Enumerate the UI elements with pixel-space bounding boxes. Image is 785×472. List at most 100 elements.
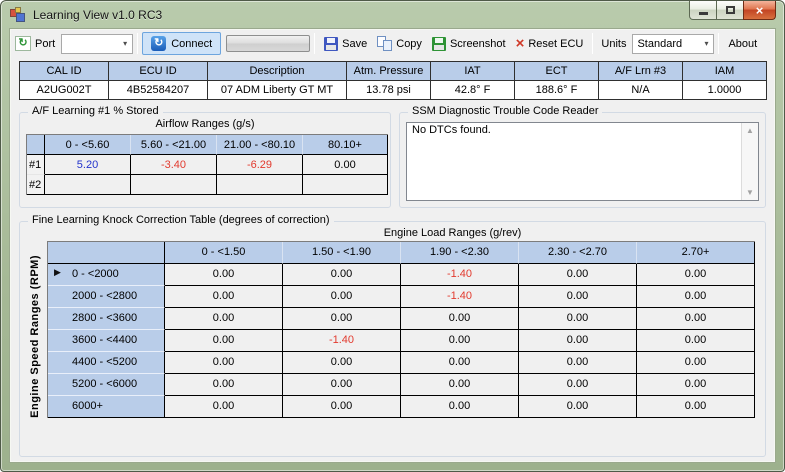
reset-ecu-button[interactable]: × Reset ECU [511,35,589,53]
knock-cell[interactable]: 0.00 [283,395,401,418]
knock-col-header[interactable]: 2.30 - <2.70 [519,242,637,264]
knock-col-header[interactable]: 1.50 - <1.90 [283,242,401,264]
knock-cell[interactable]: 0.00 [165,395,283,418]
knock-row-header[interactable]: ▶ 0 - <2000 [48,263,165,286]
af-col-header[interactable]: 80.10+ [303,135,388,155]
knock-cell[interactable]: -1.40 [401,263,519,286]
knock-row: ▶ 0 - <2000 0.00 0.00 -1.40 0.00 0.00 [48,263,755,286]
knock-row-header[interactable]: 4400 - <5200 [48,351,165,374]
knock-cell[interactable]: 0.00 [165,329,283,352]
copy-button[interactable]: Copy [372,34,427,53]
info-value-af-lrn: N/A [598,80,683,100]
info-value-description: 07 ADM Liberty GT MT [207,80,347,100]
knock-cell[interactable]: 0.00 [401,329,519,352]
dtc-group: SSM Diagnostic Trouble Code Reader No DT… [399,105,766,208]
dtc-output-box[interactable]: No DTCs found. ▲ ▼ [406,122,759,201]
copy-label: Copy [396,37,422,50]
af-cell[interactable] [131,175,217,195]
knock-row-header[interactable]: 6000+ [48,395,165,418]
af-col-header[interactable]: 5.60 - <21.00 [131,135,217,155]
connect-button[interactable]: ↻ Connect [142,32,222,55]
knock-cell[interactable]: 0.00 [165,285,283,308]
knock-cell[interactable]: 0.00 [401,351,519,374]
af-row-header[interactable]: #1 [27,155,45,175]
minimize-button[interactable] [689,1,717,20]
knock-cell[interactable]: 0.00 [165,351,283,374]
maximize-button[interactable] [716,1,744,20]
knock-cell[interactable]: 0.00 [637,329,755,352]
af-cell[interactable]: -6.29 [217,155,303,175]
af-col-header[interactable]: 21.00 - <80.10 [217,135,303,155]
knock-cell[interactable]: 0.00 [519,285,637,308]
knock-cell[interactable]: 0.00 [637,395,755,418]
port-label: Port [35,37,56,50]
dtc-scrollbar[interactable]: ▲ ▼ [741,123,758,200]
info-header-ect: ECT [514,61,599,81]
info-header-atm-pressure: Atm. Pressure [346,61,431,81]
knock-cell[interactable]: 0.00 [519,307,637,330]
middle-section: A/F Learning #1 % Stored Airflow Ranges … [19,105,766,208]
knock-row-header[interactable]: 2800 - <3600 [48,307,165,330]
af-cell[interactable] [217,175,303,195]
units-select[interactable]: Standard ▾ [632,33,715,54]
af-cell[interactable]: 5.20 [45,155,131,175]
knock-cell[interactable]: 0.00 [637,373,755,396]
knock-cell[interactable]: 0.00 [637,307,755,330]
port-refresh-icon[interactable]: ↻ [15,36,31,51]
save-label: Save [342,37,368,50]
info-value-cal-id: A2UG002T [19,80,109,100]
knock-cell[interactable]: -1.40 [401,285,519,308]
knock-col-header[interactable]: 1.90 - <2.30 [401,242,519,264]
knock-cell[interactable]: 0.00 [401,373,519,396]
row-selector-icon: ▶ [54,266,61,277]
knock-cell[interactable]: 0.00 [165,263,283,286]
about-button[interactable]: About [723,36,762,52]
knock-cell[interactable]: 0.00 [283,351,401,374]
af-cell[interactable] [303,175,388,195]
knock-row: 6000+ 0.00 0.00 0.00 0.00 0.00 [48,395,755,418]
af-cell[interactable]: -3.40 [131,155,217,175]
screenshot-button[interactable]: Screenshot [427,35,511,53]
af-cell[interactable]: 0.00 [303,155,388,175]
knock-cell[interactable]: 0.00 [637,351,755,374]
knock-cell[interactable]: 0.00 [401,395,519,418]
knock-cell[interactable]: 0.00 [165,373,283,396]
knock-row-header[interactable]: 2000 - <2800 [48,285,165,308]
knock-cell[interactable]: -1.40 [283,329,401,352]
knock-cell[interactable]: 0.00 [519,373,637,396]
knock-cell[interactable]: 0.00 [519,395,637,418]
knock-cell[interactable]: 0.00 [283,263,401,286]
knock-cell[interactable]: 0.00 [165,307,283,330]
scroll-down-icon[interactable]: ▼ [746,188,754,197]
units-label: Units [601,37,627,50]
knock-cell[interactable]: 0.00 [283,373,401,396]
knock-cell[interactable]: 0.00 [519,351,637,374]
knock-row-header[interactable]: 3600 - <4400 [48,329,165,352]
knock-cell[interactable]: 0.00 [283,307,401,330]
knock-cell[interactable]: 0.00 [519,263,637,286]
af-row-header[interactable]: #2 [27,175,45,195]
info-value-iat: 42.8° F [430,80,515,100]
knock-row: 2800 - <3600 0.00 0.00 0.00 0.00 0.00 [48,307,755,330]
knock-row: 5200 - <6000 0.00 0.00 0.00 0.00 0.00 [48,373,755,396]
close-button[interactable]: × [743,1,776,20]
titlebar[interactable]: Learning View v1.0 RC3 [1,1,784,28]
af-cell[interactable] [45,175,131,195]
chevron-down-icon: ▾ [123,39,128,48]
knock-cell[interactable]: 0.00 [637,285,755,308]
knock-col-header[interactable]: 0 - <1.50 [165,242,283,264]
scroll-up-icon[interactable]: ▲ [746,126,754,135]
knock-cell[interactable]: 0.00 [401,307,519,330]
port-select[interactable]: ▾ [61,33,134,54]
knock-row-header[interactable]: 5200 - <6000 [48,373,165,396]
knock-row: 3600 - <4400 0.00 -1.40 0.00 0.00 0.00 [48,329,755,352]
knock-col-header[interactable]: 2.70+ [637,242,755,264]
knock-cell[interactable]: 0.00 [283,285,401,308]
af-col-header[interactable]: 0 - <5.60 [45,135,131,155]
knock-cell[interactable]: 0.00 [519,329,637,352]
save-button[interactable]: Save [319,35,372,53]
knock-cell[interactable]: 0.00 [637,263,755,286]
screenshot-icon [431,36,446,51]
units-select-value: Standard [637,37,683,50]
toolbar-separator [314,33,316,54]
